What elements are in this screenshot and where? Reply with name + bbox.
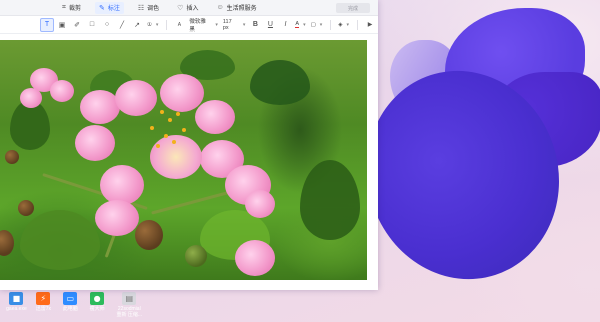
tab-portrait-service[interactable]: ☺ 生活照服务 [212, 2, 260, 14]
font-scale-icon[interactable]: A [172, 18, 186, 32]
thunder-icon: ⚡ [36, 292, 51, 305]
tab-label: 标注 [107, 6, 120, 12]
font-size-value: 117 px [222, 18, 232, 31]
stamen [156, 144, 160, 148]
app-icon: ● [90, 292, 105, 305]
stamen [150, 126, 154, 130]
underline-button[interactable]: U [263, 18, 277, 32]
flower-petal [195, 100, 235, 134]
text-color-icon: A [295, 21, 300, 28]
tab-annotate[interactable]: ✎ 标注 [94, 1, 124, 14]
flower-bud [18, 200, 34, 216]
flower-bud [0, 230, 14, 256]
flower-petal [20, 88, 42, 108]
chevron-down-icon: ▾ [242, 21, 246, 28]
desktop-icons: ■ gaea.exe ⚡ 迅雷7x ▭ 此电脑 ● 瘦大师 ▤ 22sodmia… [0, 288, 145, 322]
number-tool-dropdown[interactable]: ① ▾ [145, 18, 160, 32]
flower-petal [95, 200, 139, 236]
play-icon[interactable]: ▶ [363, 18, 377, 32]
arrow-tool-icon[interactable]: ↗ [130, 18, 144, 32]
fill-icon: ◈ [338, 21, 343, 28]
flower-petal [75, 125, 115, 161]
insert-icon: ♡ [177, 4, 184, 12]
desktop-icon-label: gaea.exe [6, 306, 27, 312]
desktop-icon-file[interactable]: ▤ 22sodmial 重新 压缩... [114, 292, 145, 318]
tab-label: 插入 [186, 6, 199, 12]
stamen [160, 110, 164, 114]
editor-tabbar: ⌗ 裁剪 ✎ 标注 ☷ 调色 ♡ 插入 ☺ 生活照服务 完成 [0, 0, 378, 16]
toolbar-divider [357, 19, 358, 30]
adjust-icon: ☷ [137, 4, 145, 12]
line-tool-icon[interactable]: ╱ [115, 18, 129, 32]
tab-insert[interactable]: ♡ 插入 [173, 2, 202, 14]
stamen [168, 118, 172, 122]
desktop-icon-computer[interactable]: ▭ 此电脑 [60, 292, 81, 312]
chevron-down-icon: ▾ [346, 21, 350, 28]
finish-button[interactable]: 完成 [336, 3, 370, 13]
chevron-down-icon: ▾ [319, 21, 323, 28]
leaf [300, 160, 360, 240]
rectangle-tool-icon[interactable]: □ [85, 18, 99, 32]
file-icon: ▤ [122, 292, 137, 305]
font-family-value: 微软雅黑 [189, 18, 206, 33]
tab-label: 生活照服务 [226, 6, 257, 12]
editor-canvas[interactable] [0, 34, 378, 290]
font-size-select[interactable]: 117 px ▾ [221, 18, 248, 32]
desktop-icon-label: 迅雷7x [35, 306, 51, 312]
toolbar-divider [166, 19, 168, 30]
flower-petal [245, 190, 275, 218]
annotate-icon: ✎ [98, 4, 105, 12]
flower-bud [185, 245, 207, 267]
crop-icon: ⌗ [62, 3, 66, 11]
stamen [172, 140, 176, 144]
flower-petal [160, 74, 204, 112]
image-tool-icon[interactable]: ▣ [55, 18, 69, 32]
flower-petal [115, 80, 157, 116]
flower-petal [100, 165, 144, 205]
toolbar-divider [330, 19, 332, 30]
desktop-icon-label: 此电脑 [62, 306, 78, 312]
chevron-down-icon: ▾ [155, 21, 159, 28]
number-icon: ① [146, 21, 152, 28]
desktop-icon-app[interactable]: ● 瘦大师 [87, 292, 108, 312]
annotation-toolbar: T ▣ ✐ □ ○ ╱ ↗ ① ▾ A 微软雅黑 ▾ 117 px ▾ B U I A… [0, 16, 378, 34]
border-style-icon: ▢ [310, 21, 316, 28]
italic-button[interactable]: I [278, 18, 292, 32]
text-color-picker[interactable]: A ▾ [293, 18, 307, 32]
leaf [20, 210, 100, 270]
desktop-icon-label: 瘦大师 [89, 306, 105, 312]
flower-petal [235, 240, 275, 276]
leaf [250, 60, 310, 105]
computer-icon: ▭ [63, 292, 78, 305]
chevron-down-icon: ▾ [215, 21, 218, 28]
stamen [182, 128, 186, 132]
tab-label: 裁剪 [68, 6, 81, 12]
bold-button[interactable]: B [248, 18, 262, 32]
tab-adjust[interactable]: ☷ 调色 [134, 2, 163, 14]
image-editor-window: ⌗ 裁剪 ✎ 标注 ☷ 调色 ♡ 插入 ☺ 生活照服务 完成 T ▣ ✐ □ ○… [0, 0, 378, 290]
tab-label: 调色 [147, 6, 160, 12]
desktop-icon-label: 22sodmial 重新 压缩... [116, 306, 143, 318]
border-style-picker[interactable]: ▢ ▾ [309, 18, 325, 32]
desktop-icon-thunder[interactable]: ⚡ 迅雷7x [33, 292, 54, 312]
flower-bud [5, 150, 19, 164]
tab-crop[interactable]: ⌗ 裁剪 [58, 2, 85, 14]
flower-petal [80, 90, 120, 124]
text-tool-icon[interactable]: T [40, 17, 54, 32]
chevron-down-icon: ▾ [303, 21, 306, 28]
crape-myrtle-photo [0, 40, 367, 280]
font-family-select[interactable]: 微软雅黑 ▾ [187, 18, 219, 33]
ellipse-tool-icon[interactable]: ○ [100, 18, 114, 32]
stamen [176, 112, 180, 116]
exe-icon: ■ [9, 292, 24, 305]
fill-picker[interactable]: ◈ ▾ [336, 18, 351, 32]
flower-bud [135, 220, 163, 250]
flower-petal [50, 80, 74, 102]
stamen [164, 134, 168, 138]
flower-center [150, 135, 202, 179]
portrait-service-icon: ☺ [216, 4, 224, 11]
desktop-icon-gaea[interactable]: ■ gaea.exe [6, 292, 27, 312]
pen-tool-icon[interactable]: ✐ [70, 18, 84, 32]
